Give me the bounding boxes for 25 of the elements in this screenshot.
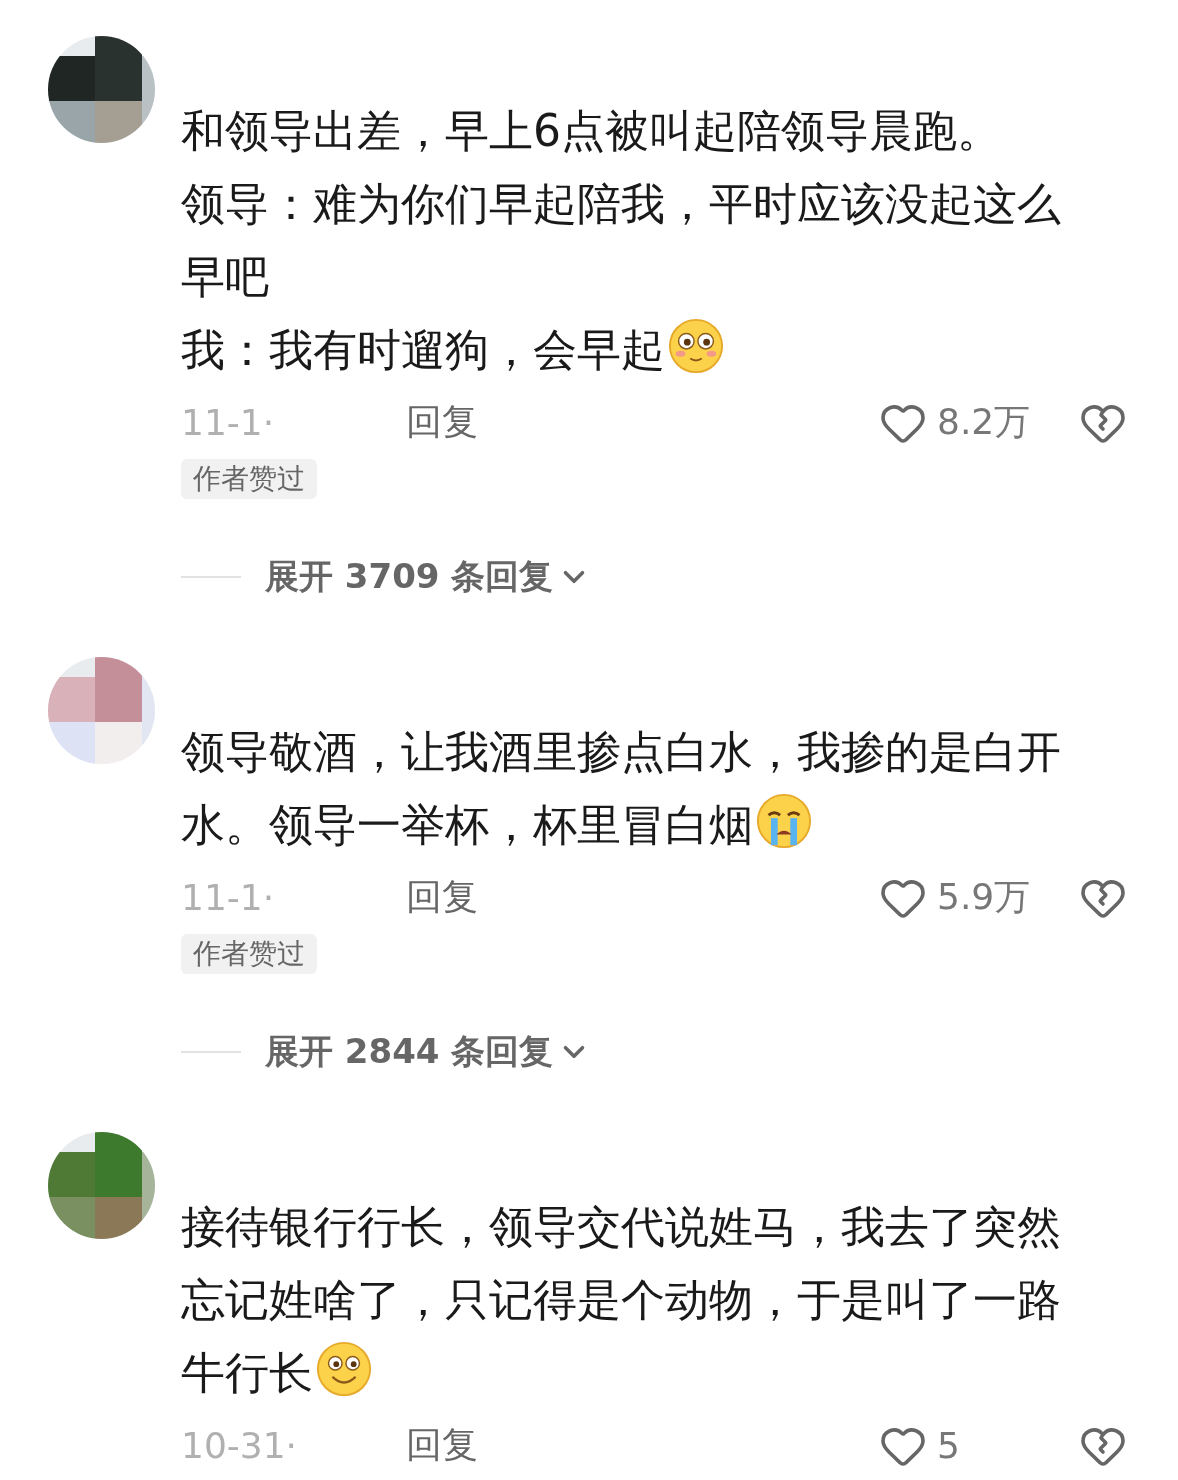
author-liked-badge: 作者赞过 [181, 459, 317, 499]
like-count: 8.2万 [937, 400, 1031, 444]
comment-text: 领导敬酒，让我酒里掺点白水，我掺的是白开 [181, 726, 1061, 777]
comment-text: 水。领导一举杯，杯里冒白烟 [181, 799, 753, 850]
comment-text: 我：我有时遛狗，会早起 [181, 324, 665, 375]
comment-date: 11-1· [181, 877, 276, 918]
emoji-face-icon [755, 792, 813, 850]
like-count: 5 [937, 1425, 960, 1466]
comment-date: 11-1· [181, 402, 276, 443]
emoji-face-icon [667, 317, 725, 375]
author-liked-badge: 作者赞过 [181, 934, 317, 974]
reply-link[interactable]: 回复 [406, 873, 879, 922]
reply-link[interactable]: 回复 [406, 1421, 879, 1470]
comment-text: 忘记姓啥了，只记得是个动物，于是叫了一路 [181, 1274, 1061, 1325]
comment-text: 牛行长 [181, 1347, 313, 1398]
comment-text: 接待银行行长，领导交代说姓马，我去了突然 [181, 1201, 1061, 1252]
expand-replies-button[interactable]: 展开 3709 条回复 [265, 554, 592, 600]
like-count: 5.9万 [937, 875, 1031, 919]
emoji-face-icon [315, 1340, 373, 1398]
comment-text: 领导：难为你们早起陪我，平时应该没起这么 [181, 178, 1061, 229]
comment-text: 早吧 [181, 251, 269, 302]
comment-text: 和领导出差，早上6点被叫起陪领导晨跑。 [181, 105, 1001, 156]
comment-date: 10-31· [181, 1425, 299, 1466]
reply-link[interactable]: 回复 [406, 398, 879, 447]
expand-replies-button[interactable]: 展开 2844 条回复 [265, 1029, 592, 1075]
